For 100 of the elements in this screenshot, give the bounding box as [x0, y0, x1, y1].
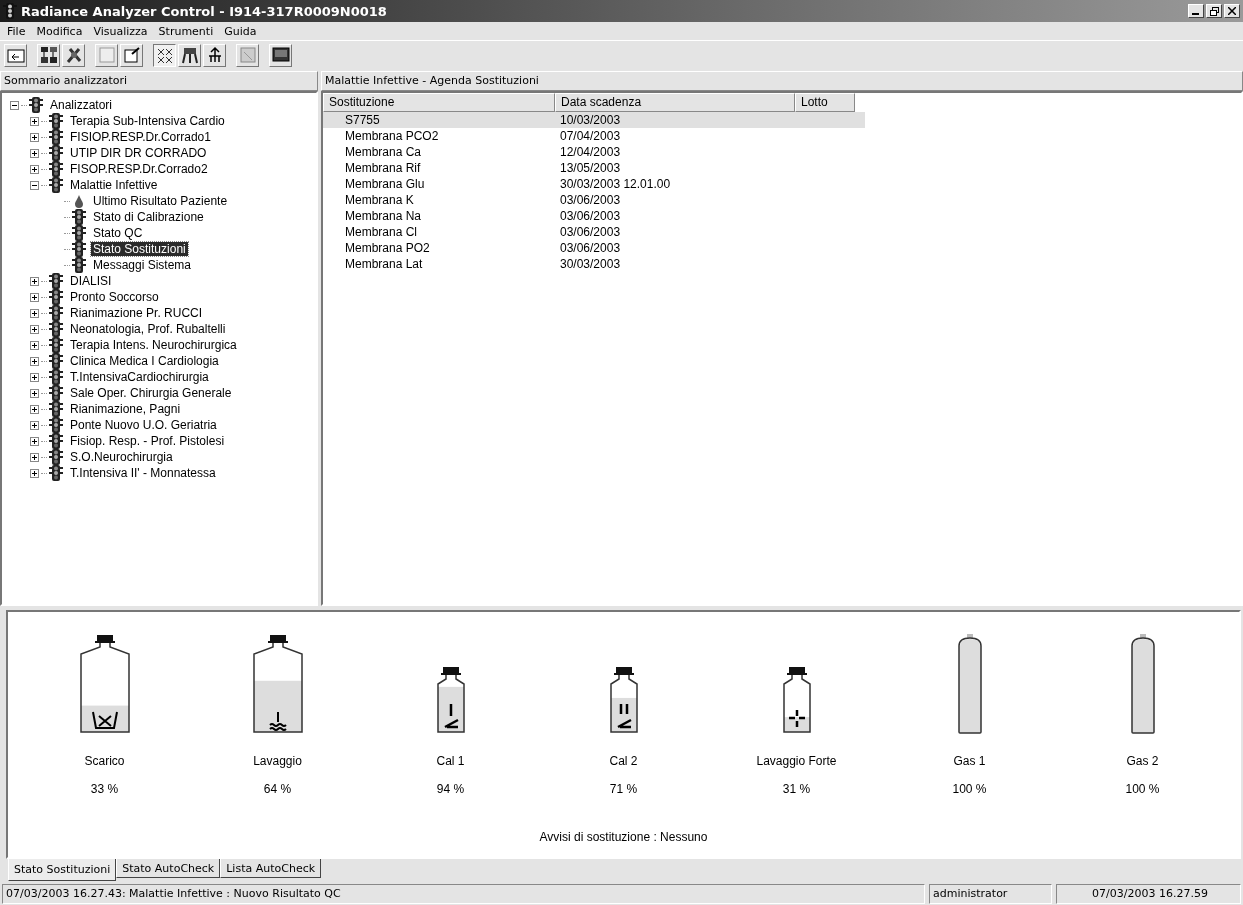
tree-item[interactable]: Sale Oper. Chirurgia Generale: [68, 386, 234, 400]
list-row[interactable]: Membrana Cl 03/06/2003: [323, 224, 865, 240]
list-row[interactable]: Membrana Na 03/06/2003: [323, 208, 865, 224]
table-cell-text: 03/06/2003: [559, 241, 622, 255]
table-cell-text: Membrana PCO2: [344, 129, 440, 143]
menu-item[interactable]: Modifica: [31, 24, 89, 38]
tab[interactable]: Stato AutoCheck: [116, 859, 221, 878]
expander-button[interactable]: [30, 148, 39, 158]
expander-button[interactable]: [30, 468, 39, 478]
expander-button[interactable]: [30, 340, 39, 350]
tree-item[interactable]: UTIP DIR DR CORRADO: [68, 146, 209, 160]
traffic-light-icon: [49, 273, 63, 289]
minimize-button[interactable]: [1188, 4, 1204, 18]
list-row[interactable]: Membrana Rif 13/05/2003: [323, 160, 865, 176]
list-row[interactable]: Membrana Glu 30/03/2003 12.01.00: [323, 176, 865, 192]
figure-icon[interactable]: [178, 43, 201, 67]
expander-button[interactable]: [30, 116, 39, 126]
tree-item[interactable]: Pronto Soccorso: [68, 290, 161, 304]
expander-button[interactable]: [30, 292, 39, 302]
monitor-icon[interactable]: [269, 43, 292, 67]
list-row[interactable]: Membrana Lat 30/03/2003: [323, 256, 865, 272]
tree-item[interactable]: Messaggi Sistema: [91, 258, 194, 272]
expander-button[interactable]: [30, 452, 39, 462]
menu-item[interactable]: Guida: [219, 24, 263, 38]
tree-item[interactable]: S.O.Neurochirurgia: [68, 450, 175, 464]
table-cell-text: 10/03/2003: [559, 113, 622, 127]
expander-button[interactable]: [30, 420, 39, 430]
table-cell-text: Membrana Lat: [344, 257, 424, 271]
container-name: Lavaggio: [253, 754, 302, 768]
window-title: Radiance Analyzer Control - I914-317R0009N0018: [21, 3, 388, 19]
traffic-light-icon: [49, 145, 63, 161]
report-icon[interactable]: [236, 43, 259, 67]
traffic-light-icon: [3, 3, 17, 19]
tree-item[interactable]: Stato Sostituzioni: [91, 242, 188, 256]
tree-item[interactable]: Ponte Nuovo U.O. Geriatria: [68, 418, 219, 432]
list-row[interactable]: Membrana K 03/06/2003: [323, 192, 865, 208]
upload-icon[interactable]: [203, 43, 226, 67]
panel-header: Malattie Infettive - Agenda Sostituzioni: [321, 71, 1243, 91]
expander-button[interactable]: [30, 324, 39, 334]
tree-item[interactable]: Malattie Infettive: [68, 178, 160, 192]
expander-button[interactable]: [30, 308, 39, 318]
menu-item[interactable]: Strumenti: [153, 24, 220, 38]
tree-item[interactable]: Rianimazione, Pagni: [68, 402, 183, 416]
tree-item[interactable]: Clinica Medica I Cardiologia: [68, 354, 221, 368]
blank-page-icon[interactable]: [95, 43, 118, 67]
tree-item[interactable]: Rianimazione Pr. RUCCI: [68, 306, 205, 320]
tree-item[interactable]: Analizzatori: [48, 98, 115, 112]
expander-button[interactable]: [30, 180, 39, 190]
tree-item[interactable]: T.IntensivaCardiochirurgia: [68, 370, 211, 384]
expander-button[interactable]: [30, 372, 39, 382]
expander-button[interactable]: [30, 132, 39, 142]
tree-item[interactable]: Stato QC: [91, 226, 145, 240]
tree-item[interactable]: DIALISI: [68, 274, 114, 288]
container-level: 71 %: [609, 782, 638, 796]
tree-item[interactable]: Ultimo Risultato Paziente: [91, 194, 230, 208]
table-cell-text: 30/03/2003: [559, 257, 622, 271]
traffic-light-icon: [72, 225, 86, 241]
tree-item[interactable]: Fisiop. Resp. - Prof. Pistolesi: [68, 434, 227, 448]
tree-item[interactable]: FISOP.RESP.Dr.Corrado2: [68, 162, 210, 176]
status-user: administrator: [929, 884, 1052, 904]
status-message: 07/03/2003 16.27.43: Malattie Infettive : Nuovo Risultato QC: [2, 884, 925, 904]
column-header[interactable]: Sostituzione: [323, 93, 555, 112]
traffic-light-icon: [49, 161, 63, 177]
list-row[interactable]: S7755 10/03/2003: [323, 112, 865, 128]
traffic-light-icon: [49, 129, 63, 145]
network-icon[interactable]: [37, 43, 60, 67]
container-level: 64 %: [263, 782, 292, 796]
tree-item[interactable]: Terapia Intens. Neurochirurgica: [68, 338, 239, 352]
table-cell-text: 30/03/2003 12.01.00: [559, 177, 672, 191]
traffic-light-icon: [72, 257, 86, 273]
expander-button[interactable]: [30, 436, 39, 446]
table-cell-text: S7755: [344, 113, 381, 127]
container-name: Lavaggio Forte: [756, 754, 837, 768]
list-row[interactable]: Membrana PO2 03/06/2003: [323, 240, 865, 256]
tree-item[interactable]: T.Intensiva II' - Monnatessa: [68, 466, 218, 480]
traffic-light-icon: [49, 449, 63, 465]
expander-button[interactable]: [30, 404, 39, 414]
tree-item[interactable]: Stato di Calibrazione: [91, 210, 206, 224]
expander-button[interactable]: [30, 276, 39, 286]
menu-item[interactable]: File: [2, 24, 32, 38]
pattern-icon[interactable]: [153, 43, 176, 67]
restore-button[interactable]: [1206, 4, 1222, 18]
traffic-light-icon: [72, 241, 86, 257]
tree-item[interactable]: Terapia Sub-Intensiva Cardio: [68, 114, 227, 128]
column-header[interactable]: Data scadenza: [555, 93, 795, 112]
tab[interactable]: Stato Sostituzioni: [8, 859, 117, 881]
tree-item[interactable]: FISIOP.RESP.Dr.Corrado1: [68, 130, 213, 144]
column-header[interactable]: Lotto: [795, 93, 855, 112]
close-button[interactable]: [1224, 4, 1240, 18]
expander-button[interactable]: [30, 388, 39, 398]
expander-button[interactable]: [30, 356, 39, 366]
tab[interactable]: Lista AutoCheck: [220, 859, 322, 878]
container-level: 33 %: [90, 782, 119, 796]
list-row[interactable]: Membrana Ca 12/04/2003: [323, 144, 865, 160]
menu-item[interactable]: Visualizza: [88, 24, 154, 38]
expander-button[interactable]: [10, 100, 19, 110]
tree-item[interactable]: Neonatologia, Prof. Rubaltelli: [68, 322, 228, 336]
expander-button[interactable]: [30, 164, 39, 174]
list-row[interactable]: Membrana PCO2 07/04/2003: [323, 128, 865, 144]
table-cell-text: Membrana K: [344, 193, 415, 207]
